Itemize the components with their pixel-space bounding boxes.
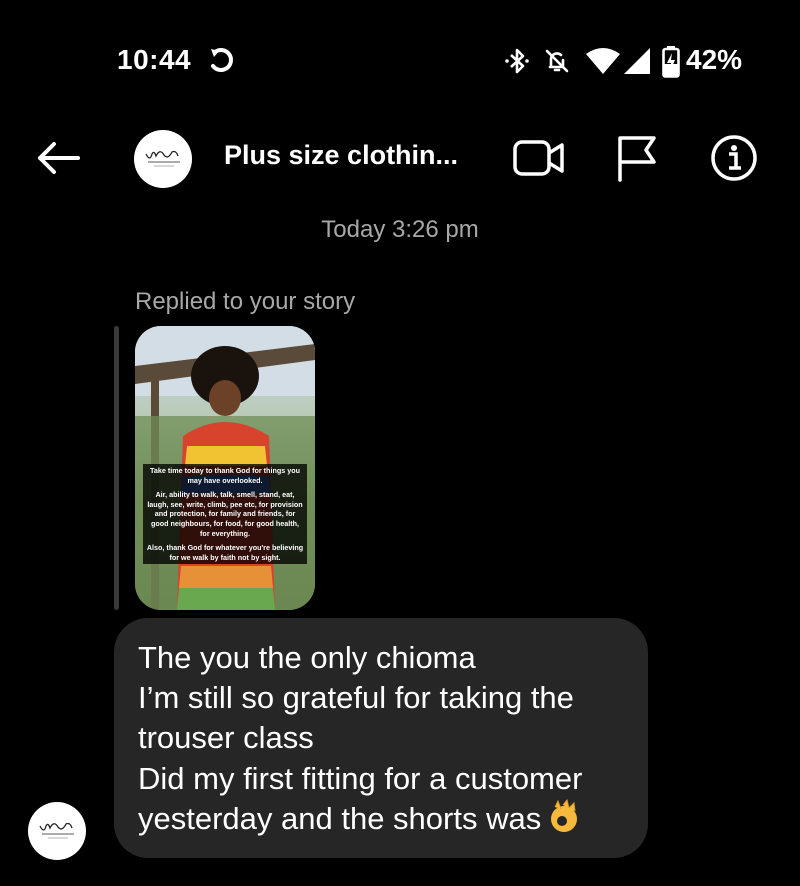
message-line-text: yesterday and the shorts was bbox=[138, 801, 542, 836]
flag-icon bbox=[618, 136, 656, 182]
do-not-disturb-off-icon bbox=[545, 49, 569, 73]
story-thumbnail[interactable]: Take time today to thank God for things … bbox=[135, 326, 315, 610]
brand-logo-icon bbox=[39, 822, 74, 839]
message-line: I’m still so grateful for taking the bbox=[138, 680, 574, 715]
wifi-icon bbox=[586, 48, 620, 74]
back-arrow-icon bbox=[38, 142, 80, 174]
battery-percentage: 42% bbox=[686, 44, 743, 75]
video-call-icon bbox=[513, 140, 564, 176]
video-call-button[interactable] bbox=[512, 136, 566, 180]
message-line-last: yesterday and the shorts was bbox=[138, 799, 579, 839]
signal-icon bbox=[624, 48, 650, 74]
bluetooth-icon bbox=[505, 48, 529, 74]
story-caption-p1: Take time today to thank God for things … bbox=[149, 466, 300, 485]
chat-title[interactable]: Plus size clothin... bbox=[224, 140, 458, 171]
status-time: 10:44 bbox=[117, 44, 192, 75]
ok-hand-emoji-icon bbox=[551, 799, 578, 832]
story-caption: Take time today to thank God for things … bbox=[143, 464, 307, 565]
sync-icon bbox=[211, 48, 233, 72]
report-button[interactable] bbox=[614, 134, 660, 182]
profile-avatar[interactable] bbox=[134, 130, 192, 188]
story-caption-p3: Also, thank God for whatever you're beli… bbox=[146, 543, 304, 562]
brand-logo-icon bbox=[145, 150, 180, 167]
sender-avatar[interactable] bbox=[28, 802, 86, 860]
message-timestamp: Today 3:26 pm bbox=[321, 216, 479, 243]
message-line: Did my first fitting for a customer bbox=[138, 761, 583, 796]
message-line: trouser class bbox=[138, 720, 314, 755]
info-icon bbox=[711, 135, 757, 181]
back-button[interactable] bbox=[30, 136, 86, 180]
battery-charging-icon bbox=[662, 46, 680, 78]
info-button[interactable] bbox=[710, 134, 758, 182]
story-reply-label: Replied to your story bbox=[135, 288, 356, 315]
story-caption-p2: Air, ability to walk, talk, smell, stand… bbox=[147, 490, 303, 538]
message-line: The you the only chioma bbox=[138, 640, 476, 675]
reply-indicator-bar bbox=[114, 326, 119, 610]
